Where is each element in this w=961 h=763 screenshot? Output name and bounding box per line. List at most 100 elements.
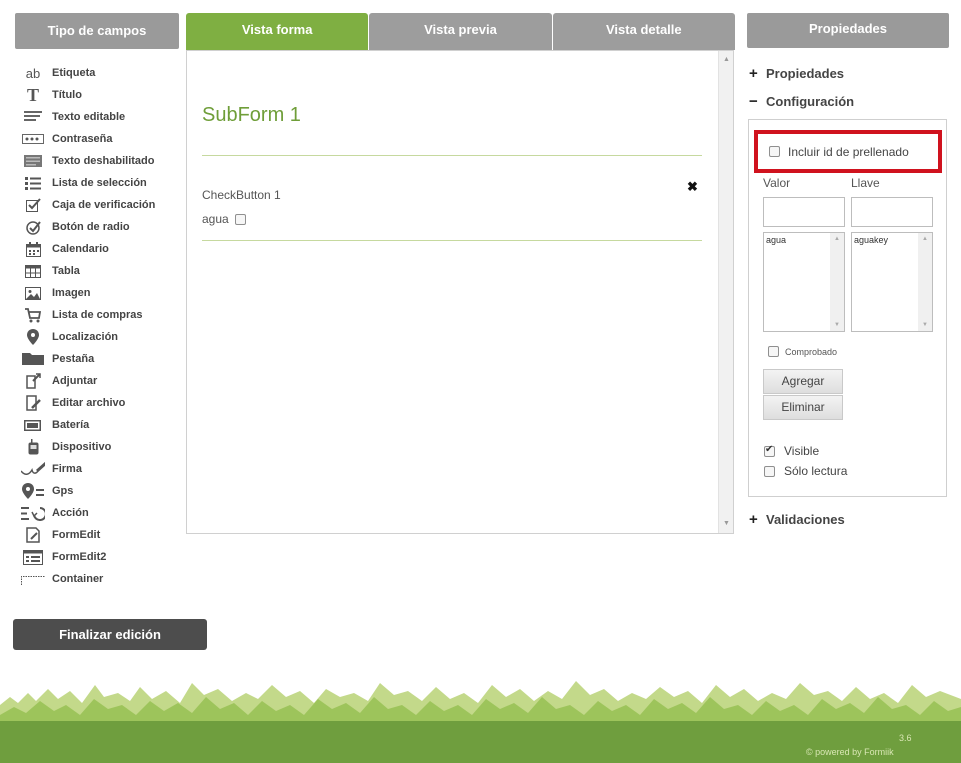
device-icon (21, 438, 45, 456)
field-item-label: Firma (52, 463, 82, 475)
action-icon (21, 504, 45, 522)
field-item-formedit[interactable]: FormEdit (21, 524, 191, 546)
container-icon (21, 570, 45, 588)
comprobado-label: Comprobado (785, 346, 838, 357)
field-item-label: Batería (52, 419, 90, 431)
list-scrollbar[interactable]: ▲ ▼ (830, 233, 844, 331)
delete-button[interactable]: Eliminar (763, 395, 843, 420)
field-item-gps[interactable]: Gps (21, 480, 191, 502)
field-item-calendario[interactable]: Calendario (21, 238, 191, 260)
field-item-label: FormEdit2 (52, 551, 107, 563)
tab-vista-previa[interactable]: Vista previa (369, 13, 552, 50)
add-button[interactable]: Agregar (763, 369, 843, 394)
expand-plus-icon: + (749, 65, 758, 82)
gps-icon (21, 482, 45, 500)
section-label: Validaciones (766, 512, 845, 527)
tab-vista-detalle[interactable]: Vista detalle (552, 13, 735, 50)
valor-label: Valor (763, 176, 791, 190)
field-item-contrasena[interactable]: Contraseña (21, 128, 191, 150)
prefill-id-label: Incluir id de prellenado (788, 144, 909, 159)
visible-label: Visible (784, 444, 820, 458)
field-types-header: Tipo de campos (15, 13, 179, 49)
field-item-texto-editable[interactable]: Texto editable (21, 106, 191, 128)
checkbox-row: agua (202, 212, 246, 226)
agua-checkbox[interactable] (234, 213, 246, 225)
valor-list[interactable]: agua ▲ ▼ (763, 232, 845, 332)
llave-label: Llave (851, 176, 880, 190)
section-configuracion[interactable]: − Configuración (749, 93, 854, 110)
field-item-label: Imagen (52, 287, 91, 299)
folder-tab-icon (21, 350, 45, 368)
llave-list[interactable]: aguakey ▲ ▼ (851, 232, 933, 332)
checkbutton-title[interactable]: CheckButton 1 (202, 188, 281, 202)
form-canvas[interactable]: SubForm 1 CheckButton 1 ✖ agua ▲ ▼ (186, 50, 734, 534)
valor-input[interactable] (763, 197, 845, 227)
field-item-localizacion[interactable]: Localización (21, 326, 191, 348)
field-item-label: Botón de radio (52, 221, 130, 233)
field-item-pestana[interactable]: Pestaña (21, 348, 191, 370)
field-type-list: ab Etiqueta T Título Texto editable Cont… (21, 62, 191, 590)
view-tabs: Vista forma Vista previa Vista detalle (186, 13, 735, 50)
field-item-firma[interactable]: Firma (21, 458, 191, 480)
calendar-icon (21, 240, 45, 258)
password-icon (21, 130, 45, 148)
section-label: Configuración (766, 94, 855, 109)
llave-input[interactable] (851, 197, 933, 227)
list-scrollbar[interactable]: ▲ ▼ (918, 233, 932, 331)
field-item-label: Etiqueta (52, 67, 96, 79)
field-item-formedit2[interactable]: FormEdit2 (21, 546, 191, 568)
version-text: 3.6 (899, 733, 912, 743)
subform-title[interactable]: SubForm 1 (202, 104, 301, 127)
field-item-label: Adjuntar (52, 375, 98, 387)
image-icon (21, 284, 45, 302)
field-item-label: Localización (52, 331, 119, 343)
field-item-lista-seleccion[interactable]: Lista de selección (21, 172, 191, 194)
field-item-caja-verificacion[interactable]: Caja de verificación (21, 194, 191, 216)
remove-field-icon[interactable]: ✖ (687, 179, 698, 195)
battery-icon (21, 416, 45, 434)
editable-text-icon (21, 108, 45, 126)
scroll-up-arrow-icon[interactable]: ▲ (719, 53, 734, 67)
tab-vista-forma[interactable]: Vista forma (186, 13, 369, 50)
field-item-adjuntar[interactable]: Adjuntar (21, 370, 191, 392)
field-item-container[interactable]: Container (21, 568, 191, 590)
section-propiedades[interactable]: + Propiedades (749, 65, 844, 82)
field-item-label: Caja de verificación (52, 199, 156, 211)
field-item-dispositivo[interactable]: Dispositivo (21, 436, 191, 458)
field-item-etiqueta[interactable]: ab Etiqueta (21, 62, 191, 84)
scroll-down-arrow-icon[interactable]: ▼ (719, 517, 734, 531)
field-item-label: Dispositivo (52, 441, 112, 453)
readonly-label: Sólo lectura (784, 464, 848, 478)
field-item-label: Título (52, 89, 82, 101)
prefill-id-checkbox[interactable] (769, 146, 780, 157)
section-validaciones[interactable]: + Validaciones (749, 511, 845, 528)
field-item-label: Container (52, 573, 104, 585)
field-item-label: Texto deshabilitado (52, 155, 155, 167)
finish-editing-button[interactable]: Finalizar edición (13, 619, 207, 650)
readonly-checkbox[interactable] (764, 465, 775, 477)
field-item-bateria[interactable]: Batería (21, 414, 191, 436)
visible-checkbox[interactable] (764, 444, 775, 457)
field-item-titulo[interactable]: T Título (21, 84, 191, 106)
field-item-boton-radio[interactable]: Botón de radio (21, 216, 191, 238)
edit-file-icon (21, 394, 45, 412)
location-pin-icon (21, 328, 45, 346)
field-item-imagen[interactable]: Imagen (21, 282, 191, 304)
section-label: Propiedades (766, 66, 845, 81)
title-t-icon: T (26, 84, 39, 105)
divider (202, 240, 702, 241)
signature-icon (21, 460, 45, 478)
field-item-texto-deshabilitado[interactable]: Texto deshabilitado (21, 150, 191, 172)
list-icon (21, 174, 45, 192)
field-item-label: Contraseña (52, 133, 113, 145)
formedit-icon (21, 526, 45, 544)
field-item-label: FormEdit (52, 529, 101, 541)
field-item-tabla[interactable]: Tabla (21, 260, 191, 282)
field-item-lista-compras[interactable]: Lista de compras (21, 304, 191, 326)
field-item-editar-archivo[interactable]: Editar archivo (21, 392, 191, 414)
comprobado-checkbox[interactable] (768, 346, 779, 357)
prefill-id-option: Incluir id de prellenado (754, 130, 942, 173)
table-icon (21, 262, 45, 280)
form-scrollbar[interactable]: ▲ ▼ (718, 51, 733, 533)
field-item-accion[interactable]: Acción (21, 502, 191, 524)
